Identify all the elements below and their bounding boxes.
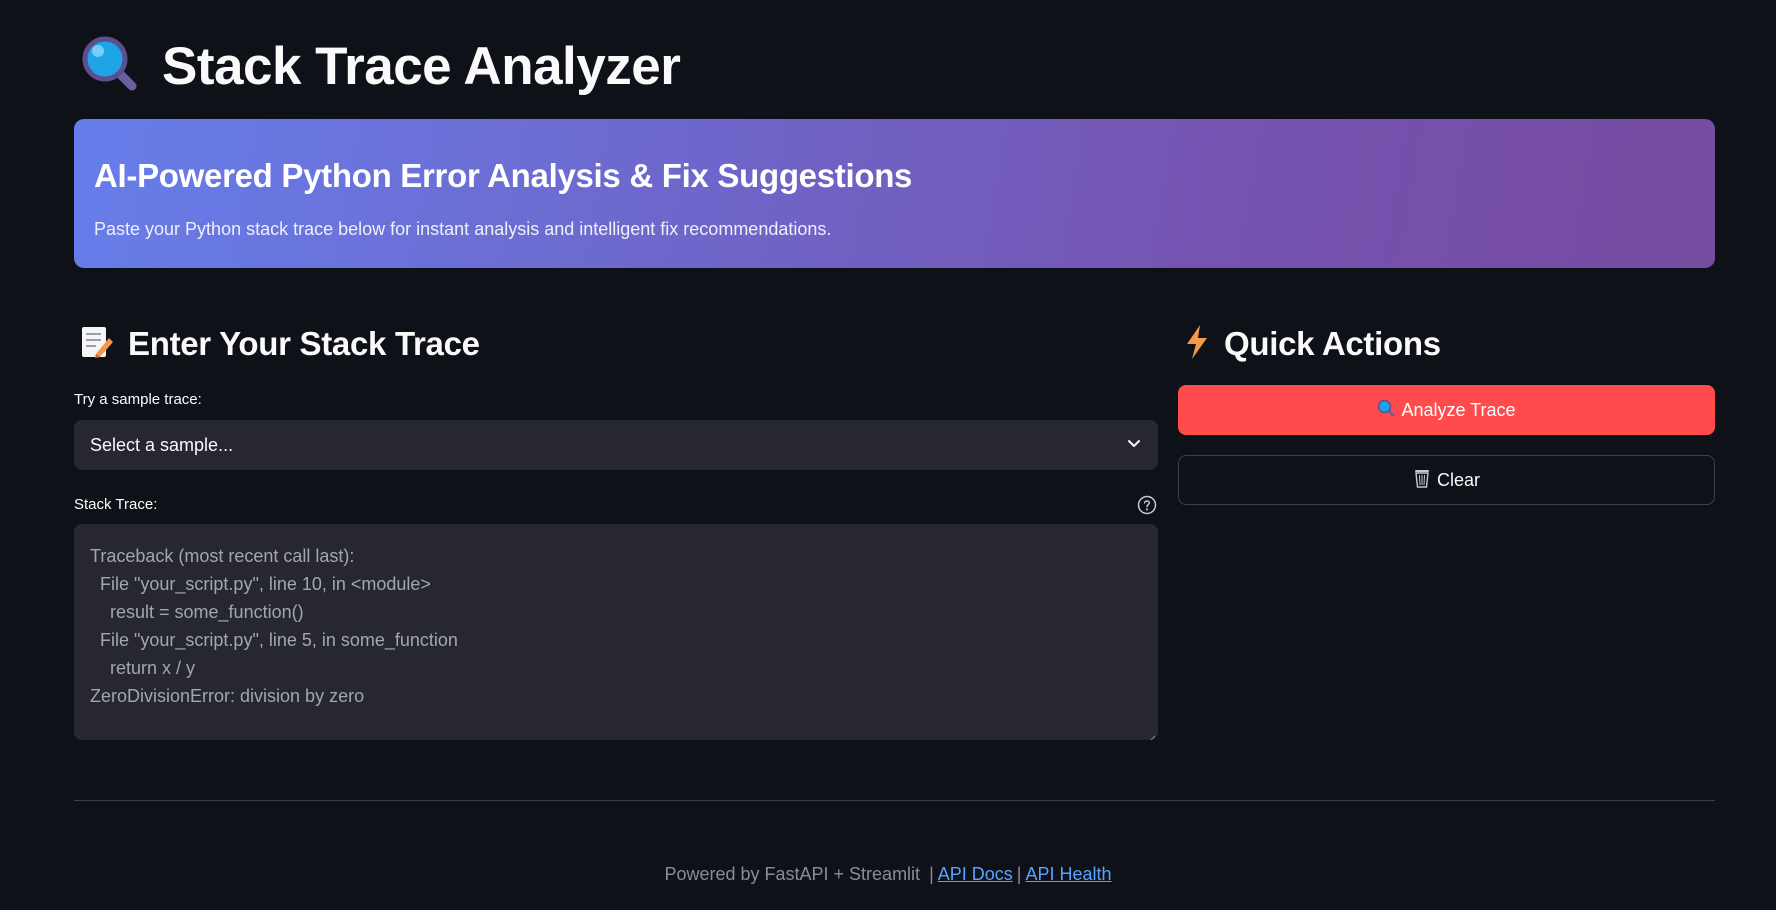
memo-icon — [80, 324, 114, 365]
footer-text: Powered by FastAPI + Streamlit — [664, 864, 921, 884]
stack-trace-input[interactable]: Traceback (most recent call last): File … — [74, 524, 1158, 740]
hero-heading: AI-Powered Python Error Analysis & Fix S… — [94, 157, 913, 194]
input-section-header: Enter Your Stack Trace — [80, 322, 480, 366]
resize-handle-icon[interactable] — [1148, 730, 1156, 740]
divider — [74, 800, 1715, 801]
clear-button[interactable]: Clear — [1178, 455, 1715, 505]
lightning-icon — [1184, 324, 1210, 365]
sample-trace-label: Try a sample trace: — [74, 391, 202, 408]
footer-separator: | — [1016, 864, 1022, 884]
placeholder-line: File "your_script.py", line 10, in <modu… — [90, 574, 431, 594]
magnifying-glass-icon — [80, 34, 140, 99]
placeholder-line: Traceback (most recent call last): — [90, 546, 355, 566]
placeholder-line: ZeroDivisionError: division by zero — [90, 686, 365, 706]
api-docs-link[interactable]: API Docs — [938, 864, 1013, 884]
stack-trace-label: Stack Trace: — [74, 496, 158, 513]
magnifying-glass-icon — [1377, 399, 1395, 422]
app-page: Stack Trace Analyzer AI-Powered Python E… — [0, 0, 1776, 910]
api-health-link[interactable]: API Health — [1025, 864, 1111, 884]
placeholder-line: File "your_script.py", line 5, in some_f… — [90, 630, 458, 650]
sample-trace-select[interactable]: Select a sample... — [74, 420, 1158, 470]
page-header: Stack Trace Analyzer — [80, 34, 681, 99]
help-icon[interactable] — [1137, 495, 1157, 515]
placeholder-line: return x / y — [90, 658, 196, 678]
hero-banner: AI-Powered Python Error Analysis & Fix S… — [74, 119, 1715, 268]
clear-button-label: Clear — [1436, 469, 1480, 490]
footer-separator: | — [929, 864, 934, 884]
chevron-down-icon — [1126, 435, 1142, 456]
analyze-button-label: Analyze Trace — [1401, 399, 1516, 420]
wastebasket-icon — [1413, 468, 1431, 493]
hero-subtitle: Paste your Python stack trace below for … — [94, 219, 832, 239]
analyze-trace-button[interactable]: Analyze Trace — [1178, 385, 1715, 435]
actions-section-header: Quick Actions — [1184, 322, 1441, 366]
footer: Powered by FastAPI + Streamlit | API Docs… — [0, 864, 1776, 885]
actions-section-title: Quick Actions — [1224, 325, 1441, 362]
input-section-title: Enter Your Stack Trace — [128, 325, 480, 362]
placeholder-line: result = some_function() — [90, 602, 304, 622]
page-title: Stack Trace Analyzer — [162, 36, 681, 96]
sample-select-value: Select a sample... — [90, 434, 234, 455]
